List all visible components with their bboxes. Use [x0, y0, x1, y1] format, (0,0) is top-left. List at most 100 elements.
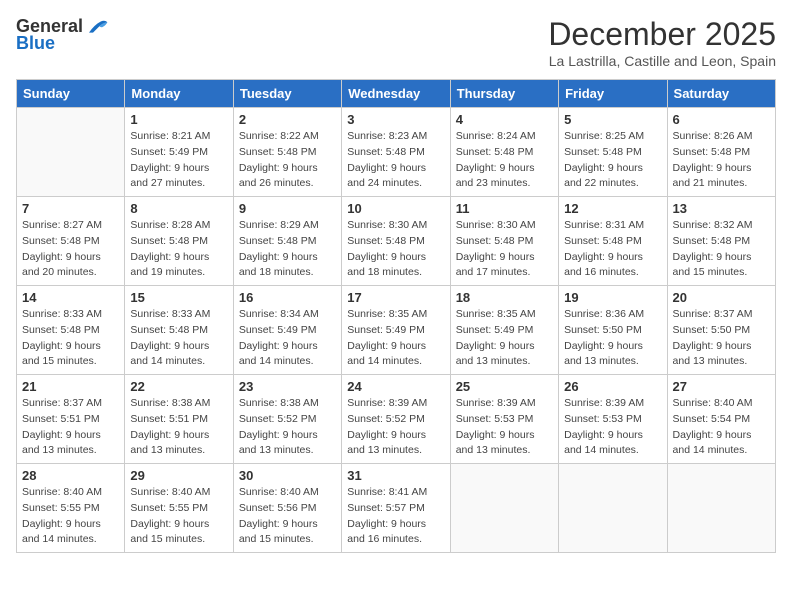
day-number: 19 — [564, 290, 661, 305]
day-info: Sunrise: 8:39 AM Sunset: 5:53 PM Dayligh… — [564, 396, 661, 459]
day-header-friday: Friday — [559, 80, 667, 108]
calendar-cell: 26 Sunrise: 8:39 AM Sunset: 5:53 PM Dayli… — [559, 375, 667, 464]
day-number: 14 — [22, 290, 119, 305]
day-number: 28 — [22, 468, 119, 483]
day-number: 1 — [130, 112, 227, 127]
day-header-tuesday: Tuesday — [233, 80, 341, 108]
day-number: 5 — [564, 112, 661, 127]
day-number: 29 — [130, 468, 227, 483]
day-info: Sunrise: 8:40 AM Sunset: 5:56 PM Dayligh… — [239, 485, 336, 548]
day-info: Sunrise: 8:27 AM Sunset: 5:48 PM Dayligh… — [22, 218, 119, 281]
day-info: Sunrise: 8:36 AM Sunset: 5:50 PM Dayligh… — [564, 307, 661, 370]
calendar-week-row: 14 Sunrise: 8:33 AM Sunset: 5:48 PM Dayli… — [17, 286, 776, 375]
calendar-cell: 16 Sunrise: 8:34 AM Sunset: 5:49 PM Dayli… — [233, 286, 341, 375]
day-number: 23 — [239, 379, 336, 394]
logo-bird-icon — [85, 18, 109, 36]
logo: General Blue — [16, 16, 109, 54]
calendar-cell: 13 Sunrise: 8:32 AM Sunset: 5:48 PM Dayli… — [667, 197, 775, 286]
day-header-wednesday: Wednesday — [342, 80, 450, 108]
calendar-cell: 7 Sunrise: 8:27 AM Sunset: 5:48 PM Daylig… — [17, 197, 125, 286]
calendar-cell — [450, 464, 558, 553]
day-info: Sunrise: 8:33 AM Sunset: 5:48 PM Dayligh… — [22, 307, 119, 370]
day-number: 25 — [456, 379, 553, 394]
day-info: Sunrise: 8:31 AM Sunset: 5:48 PM Dayligh… — [564, 218, 661, 281]
day-info: Sunrise: 8:37 AM Sunset: 5:50 PM Dayligh… — [673, 307, 770, 370]
day-number: 10 — [347, 201, 444, 216]
calendar-cell: 28Sunrise: 8:40 AM Sunset: 5:55 PM Dayli… — [17, 464, 125, 553]
calendar-cell: 19 Sunrise: 8:36 AM Sunset: 5:50 PM Dayli… — [559, 286, 667, 375]
day-number: 21 — [22, 379, 119, 394]
calendar-cell: 6 Sunrise: 8:26 AM Sunset: 5:48 PM Daylig… — [667, 108, 775, 197]
calendar-cell: 15 Sunrise: 8:33 AM Sunset: 5:48 PM Dayli… — [125, 286, 233, 375]
day-info: Sunrise: 8:39 AM Sunset: 5:53 PM Dayligh… — [456, 396, 553, 459]
calendar-cell: 18Sunrise: 8:35 AM Sunset: 5:49 PM Dayli… — [450, 286, 558, 375]
day-info: Sunrise: 8:40 AM Sunset: 5:54 PM Dayligh… — [673, 396, 770, 459]
day-number: 26 — [564, 379, 661, 394]
calendar-cell: 31Sunrise: 8:41 AM Sunset: 5:57 PM Dayli… — [342, 464, 450, 553]
day-info: Sunrise: 8:40 AM Sunset: 5:55 PM Dayligh… — [130, 485, 227, 548]
day-number: 18 — [456, 290, 553, 305]
day-info: Sunrise: 8:37 AM Sunset: 5:51 PM Dayligh… — [22, 396, 119, 459]
calendar-cell: 12Sunrise: 8:31 AM Sunset: 5:48 PM Dayli… — [559, 197, 667, 286]
day-number: 31 — [347, 468, 444, 483]
day-number: 24 — [347, 379, 444, 394]
day-info: Sunrise: 8:39 AM Sunset: 5:52 PM Dayligh… — [347, 396, 444, 459]
calendar-cell: 27 Sunrise: 8:40 AM Sunset: 5:54 PM Dayli… — [667, 375, 775, 464]
month-title: December 2025 — [548, 16, 776, 53]
day-number: 6 — [673, 112, 770, 127]
calendar-week-row: 21 Sunrise: 8:37 AM Sunset: 5:51 PM Dayli… — [17, 375, 776, 464]
day-info: Sunrise: 8:38 AM Sunset: 5:52 PM Dayligh… — [239, 396, 336, 459]
day-number: 27 — [673, 379, 770, 394]
day-info: Sunrise: 8:24 AM Sunset: 5:48 PM Dayligh… — [456, 129, 553, 192]
day-info: Sunrise: 8:28 AM Sunset: 5:48 PM Dayligh… — [130, 218, 227, 281]
day-number: 11 — [456, 201, 553, 216]
day-number: 17 — [347, 290, 444, 305]
day-info: Sunrise: 8:25 AM Sunset: 5:48 PM Dayligh… — [564, 129, 661, 192]
calendar-cell: 10Sunrise: 8:30 AM Sunset: 5:48 PM Dayli… — [342, 197, 450, 286]
day-info: Sunrise: 8:32 AM Sunset: 5:48 PM Dayligh… — [673, 218, 770, 281]
calendar-cell: 11Sunrise: 8:30 AM Sunset: 5:48 PM Dayli… — [450, 197, 558, 286]
day-number: 30 — [239, 468, 336, 483]
day-info: Sunrise: 8:23 AM Sunset: 5:48 PM Dayligh… — [347, 129, 444, 192]
calendar-body: 1 Sunrise: 8:21 AM Sunset: 5:49 PM Daylig… — [17, 108, 776, 553]
location-subtitle: La Lastrilla, Castille and Leon, Spain — [548, 53, 776, 69]
calendar-cell: 30 Sunrise: 8:40 AM Sunset: 5:56 PM Dayli… — [233, 464, 341, 553]
day-number: 16 — [239, 290, 336, 305]
calendar-cell: 17Sunrise: 8:35 AM Sunset: 5:49 PM Dayli… — [342, 286, 450, 375]
calendar-cell — [559, 464, 667, 553]
calendar-cell: 22 Sunrise: 8:38 AM Sunset: 5:51 PM Dayli… — [125, 375, 233, 464]
calendar-cell: 21 Sunrise: 8:37 AM Sunset: 5:51 PM Dayli… — [17, 375, 125, 464]
calendar-cell: 20 Sunrise: 8:37 AM Sunset: 5:50 PM Dayli… — [667, 286, 775, 375]
calendar-cell: 3 Sunrise: 8:23 AM Sunset: 5:48 PM Daylig… — [342, 108, 450, 197]
day-info: Sunrise: 8:29 AM Sunset: 5:48 PM Dayligh… — [239, 218, 336, 281]
calendar-cell: 24 Sunrise: 8:39 AM Sunset: 5:52 PM Dayli… — [342, 375, 450, 464]
day-number: 2 — [239, 112, 336, 127]
calendar-cell: 2Sunrise: 8:22 AM Sunset: 5:48 PM Daylig… — [233, 108, 341, 197]
day-info: Sunrise: 8:26 AM Sunset: 5:48 PM Dayligh… — [673, 129, 770, 192]
day-info: Sunrise: 8:38 AM Sunset: 5:51 PM Dayligh… — [130, 396, 227, 459]
calendar-week-row: 7 Sunrise: 8:27 AM Sunset: 5:48 PM Daylig… — [17, 197, 776, 286]
day-header-monday: Monday — [125, 80, 233, 108]
day-info: Sunrise: 8:21 AM Sunset: 5:49 PM Dayligh… — [130, 129, 227, 192]
title-area: December 2025 La Lastrilla, Castille and… — [548, 16, 776, 69]
calendar-cell: 14 Sunrise: 8:33 AM Sunset: 5:48 PM Dayli… — [17, 286, 125, 375]
day-number: 13 — [673, 201, 770, 216]
day-number: 4 — [456, 112, 553, 127]
logo-blue-text: Blue — [16, 33, 55, 54]
day-number: 3 — [347, 112, 444, 127]
calendar-cell — [17, 108, 125, 197]
day-number: 20 — [673, 290, 770, 305]
day-info: Sunrise: 8:34 AM Sunset: 5:49 PM Dayligh… — [239, 307, 336, 370]
calendar-cell — [667, 464, 775, 553]
calendar-header-row: SundayMondayTuesdayWednesdayThursdayFrid… — [17, 80, 776, 108]
calendar-cell: 5 Sunrise: 8:25 AM Sunset: 5:48 PM Daylig… — [559, 108, 667, 197]
day-number: 22 — [130, 379, 227, 394]
day-number: 7 — [22, 201, 119, 216]
day-number: 8 — [130, 201, 227, 216]
day-info: Sunrise: 8:33 AM Sunset: 5:48 PM Dayligh… — [130, 307, 227, 370]
header: General Blue December 2025 La Lastrilla,… — [16, 16, 776, 69]
calendar-table: SundayMondayTuesdayWednesdayThursdayFrid… — [16, 79, 776, 553]
day-header-saturday: Saturday — [667, 80, 775, 108]
day-header-sunday: Sunday — [17, 80, 125, 108]
day-number: 15 — [130, 290, 227, 305]
